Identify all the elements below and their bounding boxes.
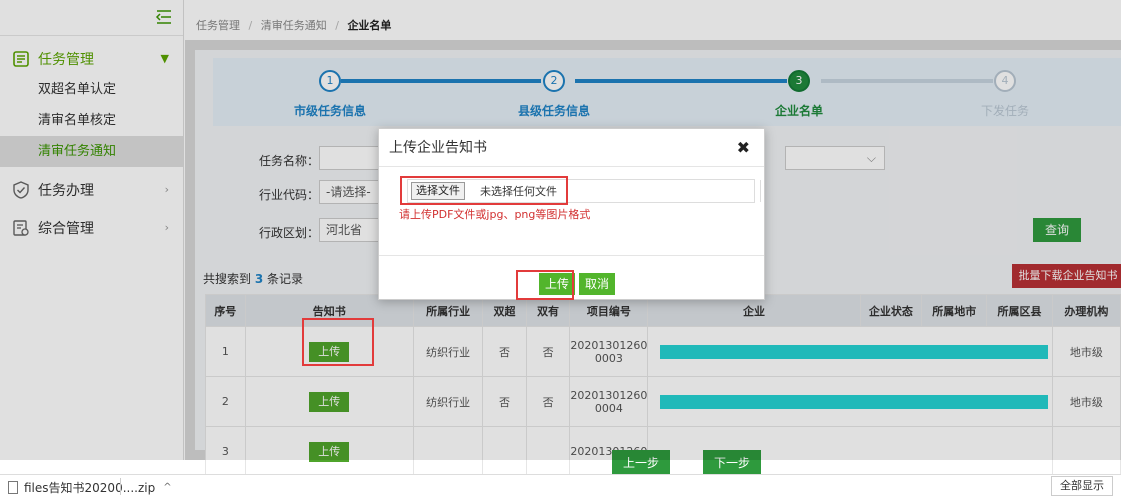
close-icon[interactable]: ✖ xyxy=(737,129,750,167)
file-icon xyxy=(8,481,18,494)
highlight-box-row-upload xyxy=(302,318,374,366)
dialog-title: 上传企业告知书 xyxy=(389,140,487,156)
dialog-cancel-button[interactable]: 取消 xyxy=(579,273,615,295)
chevron-up-icon[interactable]: ^ xyxy=(163,482,171,493)
file-format-hint: 请上传PDF文件或jpg、png等图片格式 xyxy=(399,208,591,221)
download-divider xyxy=(120,478,121,495)
download-item[interactable]: files告知书20200....zip ^ xyxy=(8,479,172,496)
file-input-divider xyxy=(760,180,761,202)
download-filename: files告知书20200....zip xyxy=(24,481,156,495)
download-bar: files告知书20200....zip ^ 全部显示 xyxy=(0,474,1121,498)
show-all-button[interactable]: 全部显示 xyxy=(1051,476,1113,496)
highlight-box-upload-button xyxy=(516,270,574,300)
dialog-footer-divider xyxy=(379,255,764,256)
dialog-title-bar: 上传企业告知书 ✖ xyxy=(379,129,764,167)
highlight-box-file-input xyxy=(400,176,568,205)
